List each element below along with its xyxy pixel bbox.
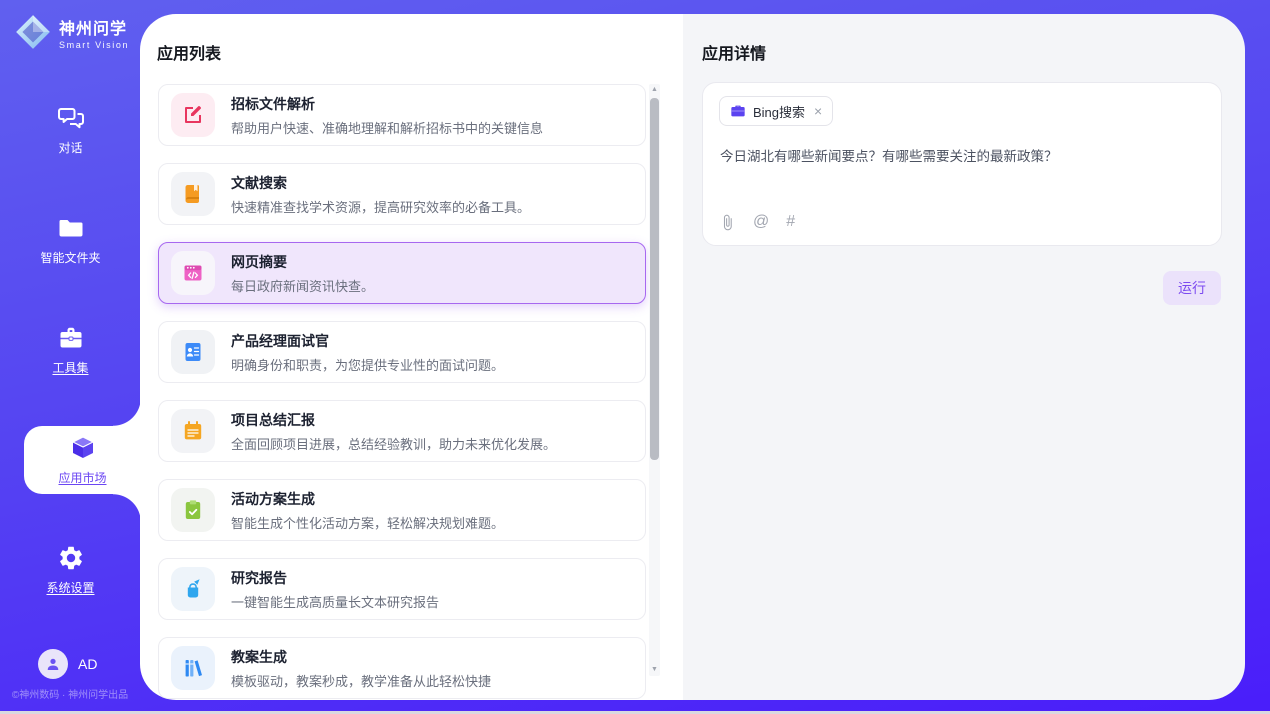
logo-diamond-icon <box>14 13 52 51</box>
app-list-panel: 应用列表 招标文件解析帮助用户快速、准确地理解和解析招标书中的关键信息文献搜索快… <box>140 14 683 700</box>
app-card[interactable]: 研究报告一键智能生成高质量长文本研究报告 <box>158 558 646 620</box>
app-card-texts: 项目总结汇报全面回顾项目进展，总结经验教训，助力未来优化发展。 <box>231 410 556 453</box>
app-detail-title: 应用详情 <box>702 40 766 64</box>
book-icon <box>171 172 215 216</box>
hash-icon[interactable]: # <box>786 213 795 231</box>
run-button[interactable]: 运行 <box>1163 271 1221 305</box>
app-cards: 招标文件解析帮助用户快速、准确地理解和解析招标书中的关键信息文献搜索快速精准查找… <box>158 84 646 699</box>
toolbox-icon <box>57 324 85 352</box>
app-logo: 神州问学 Smart Vision <box>14 13 129 51</box>
prompt-card[interactable]: Bing搜索 × 今日湖北有哪些新闻要点？有哪些需要关注的最新政策？ @# <box>702 82 1222 246</box>
research-icon <box>171 567 215 611</box>
app-card-description: 明确身份和职责，为您提供专业性的面试问题。 <box>231 355 504 374</box>
app-card-texts: 产品经理面试官明确身份和职责，为您提供专业性的面试问题。 <box>231 331 504 374</box>
app-card-description: 全面回顾项目进展，总结经验教训，助力未来优化发展。 <box>231 434 556 453</box>
app-card-description: 模板驱动，教案秒成，教学准备从此轻松快捷 <box>231 671 491 690</box>
sidebar-item-settings[interactable]: 系统设置 <box>0 536 141 604</box>
app-card-title: 文献搜索 <box>231 173 530 193</box>
sidebar-nav: 对话智能文件夹工具集应用市场系统设置 <box>0 96 141 604</box>
sidebar-item-label: 对话 <box>58 139 82 156</box>
app-card[interactable]: 教案生成模板驱动，教案秒成，教学准备从此轻松快捷 <box>158 637 646 699</box>
app-card-texts: 网页摘要每日政府新闻资讯快查。 <box>231 252 374 295</box>
briefcase-icon <box>730 103 746 119</box>
sidebar-item-chat[interactable]: 对话 <box>0 96 141 164</box>
prompt-input[interactable]: 今日湖北有哪些新闻要点？有哪些需要关注的最新政策？ <box>720 147 1205 167</box>
app-card[interactable]: 项目总结汇报全面回顾项目进展，总结经验教训，助力未来优化发展。 <box>158 400 646 462</box>
app-card-texts: 教案生成模板驱动，教案秒成，教学准备从此轻松快捷 <box>231 647 491 690</box>
sidebar-item-app-market[interactable]: 应用市场 <box>24 426 141 494</box>
app-card-description: 快速精准查找学术资源，提高研究效率的必备工具。 <box>231 197 530 216</box>
brand-subtitle: Smart Vision <box>59 40 129 50</box>
app-card-texts: 研究报告一键智能生成高质量长文本研究报告 <box>231 568 439 611</box>
sidebar-item-label: 工具集 <box>52 359 88 376</box>
app-card[interactable]: 产品经理面试官明确身份和职责，为您提供专业性的面试问题。 <box>158 321 646 383</box>
webpage-icon <box>171 251 215 295</box>
app-card[interactable]: 文献搜索快速精准查找学术资源，提高研究效率的必备工具。 <box>158 163 646 225</box>
tool-tag-bing-search[interactable]: Bing搜索 × <box>719 96 833 126</box>
app-card-description: 一键智能生成高质量长文本研究报告 <box>231 592 439 611</box>
attachment-icon[interactable] <box>719 214 736 231</box>
sidebar: 神州问学 Smart Vision 对话智能文件夹工具集应用市场系统设置 AD … <box>0 0 140 714</box>
scroll-down-icon[interactable]: ▼ <box>649 664 660 676</box>
scrollbar-thumb[interactable] <box>650 98 659 460</box>
calendar-icon <box>171 409 215 453</box>
app-detail-panel: 应用详情 Bing搜索 × 今日湖北有哪些新闻要点？有哪些需要关注的最新政策？ … <box>683 14 1245 700</box>
app-card-title: 研究报告 <box>231 568 439 588</box>
app-card-texts: 文献搜索快速精准查找学术资源，提高研究效率的必备工具。 <box>231 173 530 216</box>
user-account[interactable]: AD <box>38 649 97 679</box>
scroll-up-icon[interactable]: ▲ <box>649 84 660 96</box>
books-icon <box>171 646 215 690</box>
main-container: 应用列表 招标文件解析帮助用户快速、准确地理解和解析招标书中的关键信息文献搜索快… <box>140 14 1245 700</box>
gear-icon <box>57 544 85 572</box>
app-list-title: 应用列表 <box>157 40 221 64</box>
chat-icon <box>57 104 85 132</box>
sidebar-item-smart-folder[interactable]: 智能文件夹 <box>0 206 141 274</box>
app-card[interactable]: 招标文件解析帮助用户快速、准确地理解和解析招标书中的关键信息 <box>158 84 646 146</box>
app-card-title: 活动方案生成 <box>231 489 504 509</box>
user-initials: AD <box>78 656 97 672</box>
app-card-title: 教案生成 <box>231 647 491 667</box>
close-icon[interactable]: × <box>814 103 822 119</box>
app-card-title: 网页摘要 <box>231 252 374 272</box>
folder-icon <box>57 214 85 242</box>
sidebar-item-label: 智能文件夹 <box>40 249 100 266</box>
app-card-title: 产品经理面试官 <box>231 331 504 351</box>
clipboard-check-icon <box>171 488 215 532</box>
app-card-title: 招标文件解析 <box>231 94 543 114</box>
brand-name: 神州问学 <box>59 15 129 39</box>
app-card-texts: 招标文件解析帮助用户快速、准确地理解和解析招标书中的关键信息 <box>231 94 543 137</box>
app-card[interactable]: 网页摘要每日政府新闻资讯快查。 <box>158 242 646 304</box>
avatar <box>38 649 68 679</box>
sidebar-item-label: 应用市场 <box>58 469 106 486</box>
app-card-texts: 活动方案生成智能生成个性化活动方案，轻松解决规划难题。 <box>231 489 504 532</box>
mention-icon[interactable]: @ <box>753 213 769 231</box>
copyright-footer: ©神州数码 · 神州问学出品 <box>0 686 140 701</box>
cube-icon <box>69 434 97 462</box>
app-card-description: 智能生成个性化活动方案，轻松解决规划难题。 <box>231 513 504 532</box>
interview-icon <box>171 330 215 374</box>
scrollbar[interactable]: ▲ ▼ <box>649 84 660 676</box>
composer-toolbar: @# <box>719 213 795 231</box>
app-card-description: 每日政府新闻资讯快查。 <box>231 276 374 295</box>
sidebar-item-label: 系统设置 <box>46 579 94 596</box>
app-card[interactable]: 活动方案生成智能生成个性化活动方案，轻松解决规划难题。 <box>158 479 646 541</box>
app-card-description: 帮助用户快速、准确地理解和解析招标书中的关键信息 <box>231 118 543 137</box>
sidebar-item-toolbox[interactable]: 工具集 <box>0 316 141 384</box>
bid-doc-icon <box>171 93 215 137</box>
app-card-title: 项目总结汇报 <box>231 410 556 430</box>
tool-tag-label: Bing搜索 <box>753 102 805 121</box>
